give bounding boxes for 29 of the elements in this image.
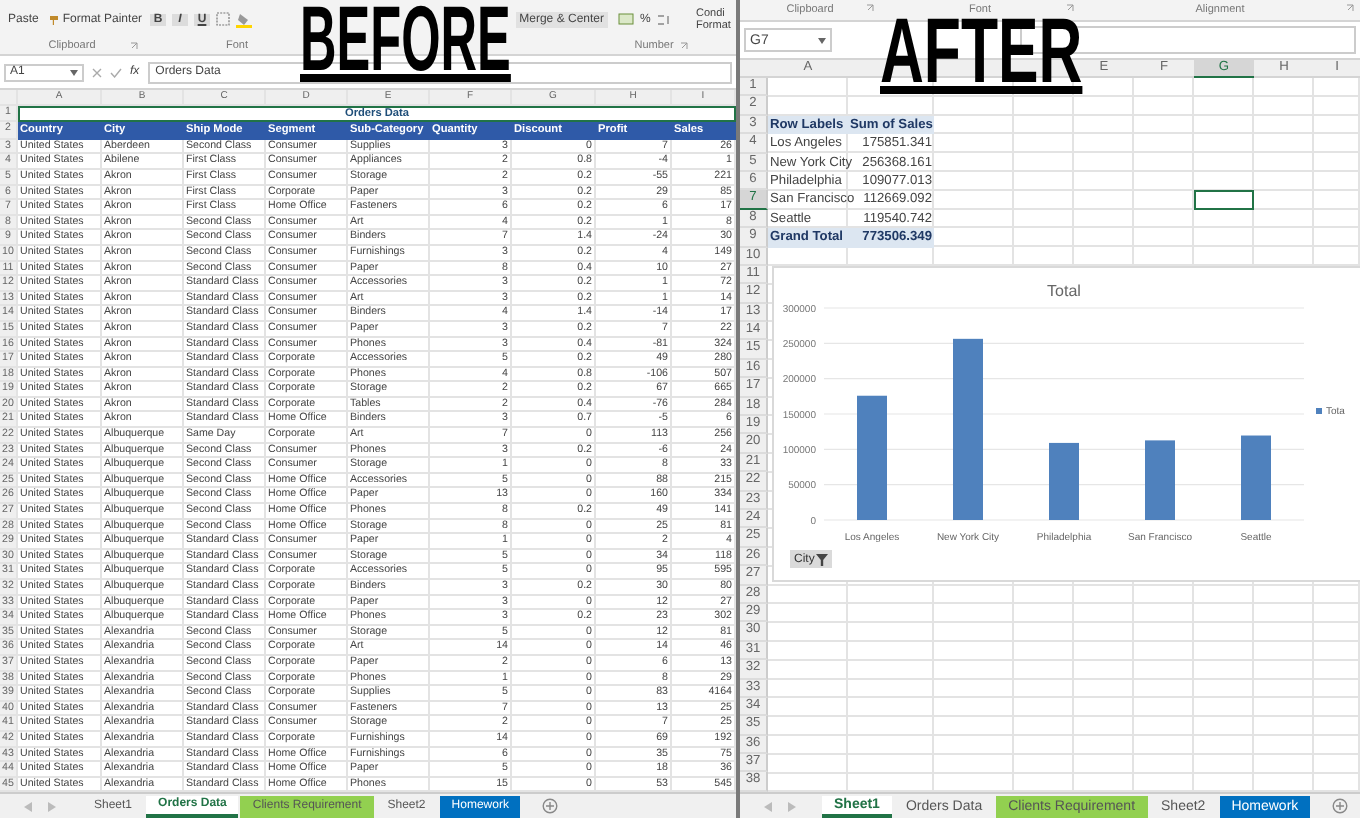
selected-cell[interactable] — [1194, 190, 1254, 210]
bar — [1241, 435, 1271, 520]
add-sheet-icon[interactable] — [1332, 798, 1349, 814]
brush-icon — [48, 13, 61, 25]
scroll-right-icon[interactable] — [48, 801, 56, 811]
bar — [857, 395, 887, 520]
dialog-launcher-icon[interactable] — [130, 42, 138, 50]
bar — [1145, 440, 1175, 520]
cancel-icon[interactable] — [92, 67, 102, 77]
legend-key-icon — [1316, 408, 1322, 414]
currency-icon[interactable] — [618, 12, 634, 26]
scroll-left-icon[interactable] — [24, 801, 32, 811]
dialog-launcher-icon[interactable] — [866, 4, 874, 12]
scroll-left-icon[interactable] — [764, 801, 772, 811]
decimal-icon[interactable] — [656, 13, 673, 25]
after-label: AFTER — [880, 12, 1083, 88]
caret-icon — [70, 69, 78, 75]
dialog-launcher-icon[interactable] — [1066, 4, 1074, 12]
dialog-launcher-icon[interactable] — [1346, 4, 1354, 12]
fill-color-icon[interactable] — [236, 11, 252, 27]
bar — [1049, 442, 1079, 520]
chart-title: Total — [1047, 282, 1081, 300]
dialog-launcher-icon[interactable] — [680, 42, 688, 50]
scroll-right-icon[interactable] — [788, 801, 796, 811]
add-sheet-icon[interactable] — [542, 798, 559, 814]
check-icon[interactable] — [110, 67, 122, 77]
borders-icon[interactable] — [216, 12, 230, 26]
filter-icon — [816, 553, 829, 565]
caret-icon — [818, 37, 826, 43]
